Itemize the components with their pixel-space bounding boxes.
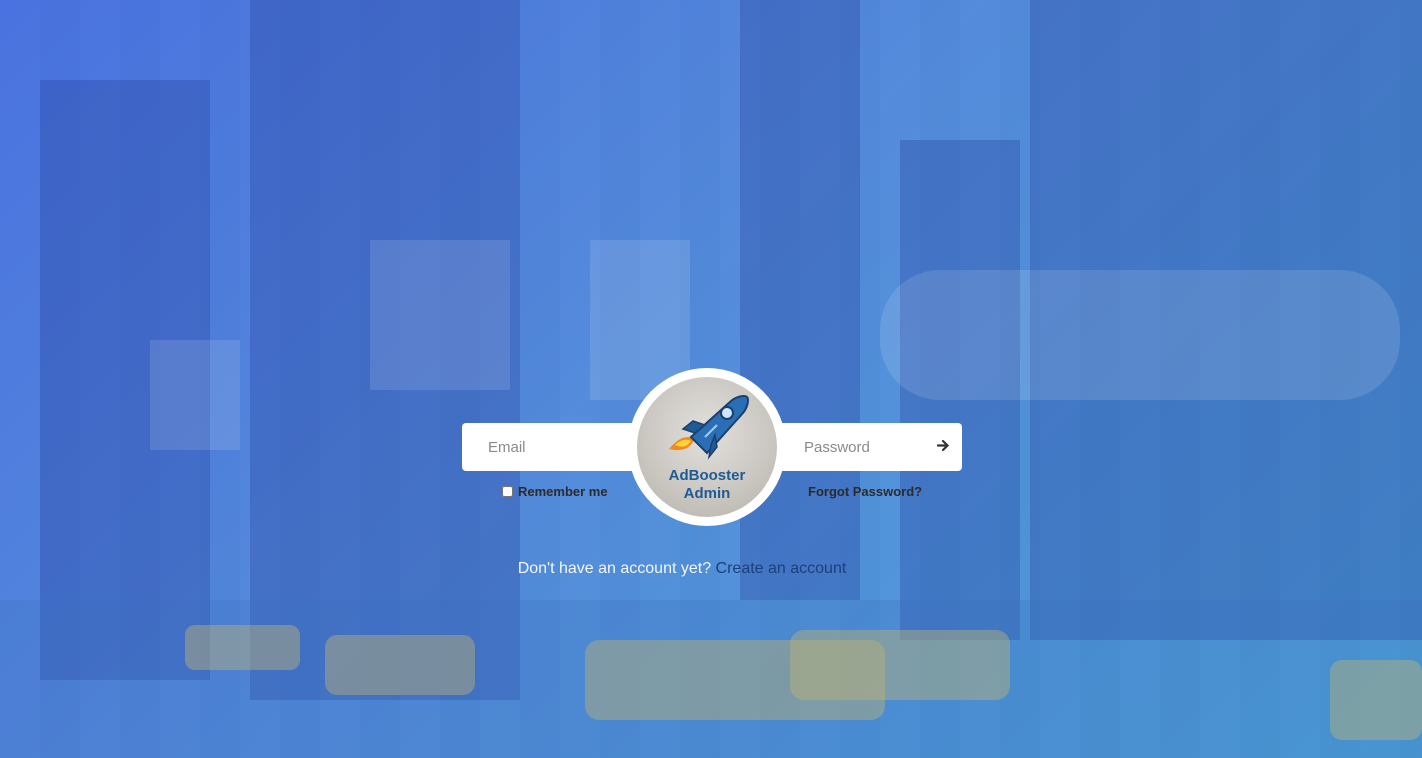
arrow-right-icon (936, 439, 950, 455)
remember-me[interactable]: Remember me (502, 484, 608, 499)
remember-me-checkbox[interactable] (502, 486, 513, 497)
login-submit-button[interactable] (924, 423, 962, 471)
signup-prompt-text: Don't have an account yet? (517, 560, 712, 577)
logo-title: AdBooster (668, 467, 746, 484)
login-form: AdBooster Admin Remember me Forgot Passw… (0, 0, 1422, 758)
app-logo: AdBooster Admin (628, 368, 786, 526)
forgot-password-link[interactable]: Forgot Password? (808, 484, 922, 499)
signup-prompt: Don't have an account yet? Create an acc… (0, 560, 1364, 578)
remember-me-label: Remember me (518, 484, 608, 499)
create-account-link[interactable]: Create an account (716, 560, 847, 577)
logo-badge: AdBooster Admin (637, 377, 777, 517)
logo-subtitle: Admin (683, 485, 731, 502)
